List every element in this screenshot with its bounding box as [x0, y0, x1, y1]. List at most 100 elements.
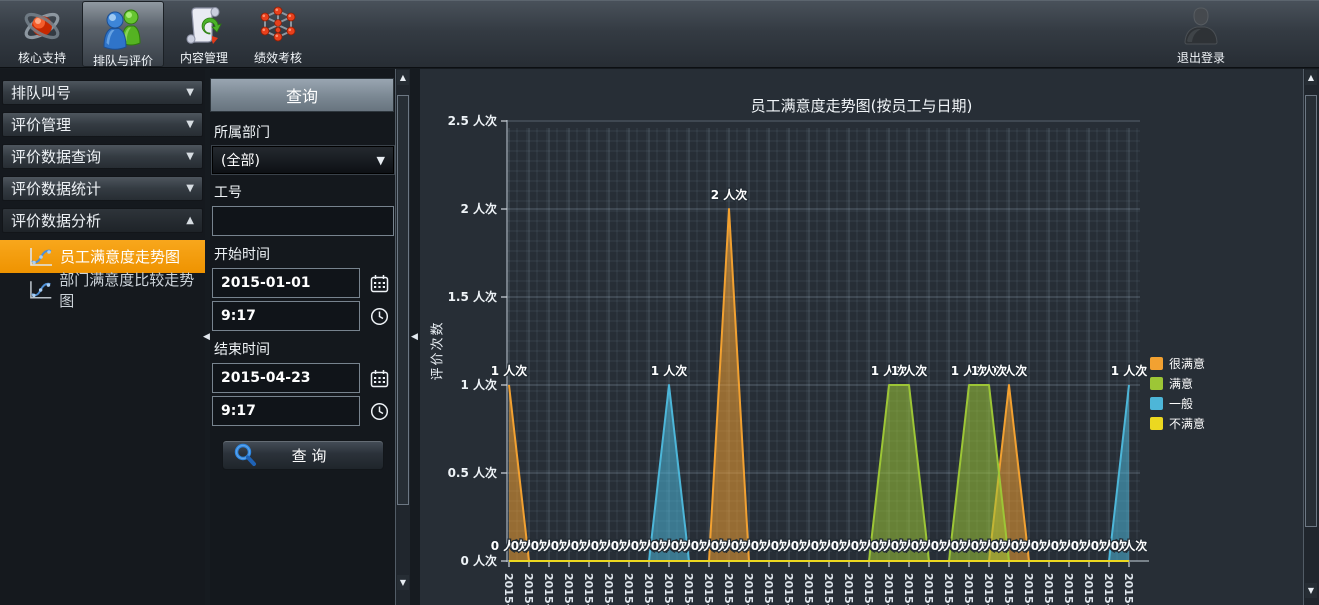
svg-text:2015-02-03: 2015-02-03 [682, 573, 695, 605]
sidebar-item-department-satisfaction-compare[interactable]: 部门满意度比较走势图 [0, 273, 205, 306]
svg-text:2015-01-01: 2015-01-01 [502, 573, 515, 605]
section-label: 评价管理 [11, 114, 71, 135]
legend-item-unsatisfied[interactable]: 不满意 [1150, 415, 1205, 432]
employee-id-input[interactable] [212, 206, 394, 236]
logout-button[interactable]: 退出登录 [1167, 1, 1235, 67]
sidebar-section-queue-calling[interactable]: 排队叫号 ▼ [2, 80, 203, 105]
svg-text:2015-01-30: 2015-01-30 [662, 573, 675, 605]
scroll-down-arrow[interactable]: ▼ [1305, 583, 1317, 598]
end-date-input[interactable] [212, 363, 360, 393]
end-time-input[interactable] [212, 396, 360, 426]
svg-text:2015-04-19: 2015-04-19 [1102, 573, 1115, 605]
department-selected-value: (全部) [221, 150, 260, 170]
chevron-down-icon: ▼ [377, 154, 385, 167]
satisfaction-trend-chart[interactable]: 0 人次0.5 人次1 人次1.5 人次2 人次2.5 人次2015-01-01… [420, 76, 1303, 605]
query-panel: 查询 所属部门 (全部) ▼ 工号 开始时间 [210, 69, 410, 605]
svg-text:2 人次: 2 人次 [711, 187, 748, 202]
scrollbar-thumb[interactable] [397, 95, 409, 505]
section-label: 评价数据统计 [11, 178, 101, 199]
chart-container: 员工满意度走势图(按员工与日期) 评价次数 0 人次0.5 人次1 人次1.5 … [420, 69, 1303, 605]
department-select[interactable]: (全部) ▼ [212, 146, 394, 174]
chevron-down-icon: ▼ [186, 119, 194, 130]
toolbar-item-core-support[interactable]: 核心支持 [8, 1, 76, 67]
content-management-icon [182, 4, 226, 48]
sidebar-section-evaluation-management[interactable]: 评价管理 ▼ [2, 112, 203, 137]
svg-text:2015-03-29: 2015-03-29 [982, 573, 995, 605]
svg-text:2015-02-21: 2015-02-21 [782, 573, 795, 605]
start-time-input[interactable] [212, 301, 360, 331]
section-label: 评价数据分析 [11, 210, 101, 231]
svg-text:2015-03-11: 2015-03-11 [882, 573, 895, 605]
legend-swatch [1150, 417, 1163, 430]
legend-item-satisfied[interactable]: 满意 [1150, 375, 1205, 392]
line-chart-icon [28, 247, 54, 267]
svg-text:2015-02-24: 2015-02-24 [802, 573, 815, 605]
chart-legend: 很满意 满意 一般 不满意 [1150, 355, 1205, 432]
scroll-down-arrow[interactable]: ▼ [397, 575, 409, 590]
svg-text:2015-04-12: 2015-04-12 [1062, 573, 1075, 605]
performance-review-icon [256, 4, 300, 48]
legend-swatch [1150, 357, 1163, 370]
legend-label: 很满意 [1169, 355, 1205, 372]
calendar-icon[interactable] [368, 272, 390, 294]
chart-scrollbar[interactable]: ▲ ▼ [1303, 69, 1319, 605]
svg-text:2015-02-13: 2015-02-13 [742, 573, 755, 605]
svg-text:2015-03-03: 2015-03-03 [842, 573, 855, 605]
sidebar-section-evaluation-data-stats[interactable]: 评价数据统计 ▼ [2, 176, 203, 201]
core-support-icon [20, 4, 64, 48]
legend-label: 一般 [1169, 395, 1193, 412]
svg-text:1.5 人次: 1.5 人次 [448, 289, 497, 304]
legend-swatch [1150, 377, 1163, 390]
end-time-label: 结束时间 [214, 339, 394, 359]
toolbar-item-queue-evaluation[interactable]: 排队与评价 [82, 1, 164, 67]
legend-label: 满意 [1169, 375, 1193, 392]
user-icon [1181, 4, 1221, 48]
query-panel-scrollbar[interactable]: ▲ ▼ [395, 69, 410, 605]
chevron-up-icon: ▲ [186, 215, 194, 226]
svg-text:2015-03-18: 2015-03-18 [922, 573, 935, 605]
chevron-down-icon: ▼ [186, 87, 194, 98]
line-chart-icon [28, 280, 53, 300]
calendar-icon[interactable] [368, 367, 390, 389]
department-label: 所属部门 [214, 122, 394, 142]
toolbar-item-label: 核心支持 [18, 49, 66, 66]
legend-item-neutral[interactable]: 一般 [1150, 395, 1205, 412]
main-toolbar: 核心支持 排队与评价 [0, 0, 1319, 68]
svg-text:2015-04-23: 2015-04-23 [1122, 573, 1135, 605]
legend-item-very-satisfied[interactable]: 很满意 [1150, 355, 1205, 372]
chevron-down-icon: ▼ [186, 151, 194, 162]
svg-text:2015-02-06: 2015-02-06 [702, 573, 715, 605]
scrollbar-thumb[interactable] [1305, 95, 1317, 527]
toolbar-item-performance-review[interactable]: 绩效考核 [244, 1, 312, 67]
navigation-sidebar: 排队叫号 ▼ 评价管理 ▼ 评价数据查询 ▼ 评价数据统计 ▼ 评价数据分析 ▲… [0, 69, 205, 605]
svg-text:1 人次: 1 人次 [891, 363, 928, 378]
query-button[interactable]: 查 询 [222, 440, 384, 470]
scroll-up-arrow[interactable]: ▲ [397, 70, 409, 85]
clock-icon[interactable] [368, 305, 390, 327]
svg-text:2015-03-14: 2015-03-14 [902, 573, 915, 605]
svg-text:2015-04-09: 2015-04-09 [1042, 573, 1055, 605]
logout-label: 退出登录 [1177, 49, 1225, 66]
collapse-sidebar-arrow[interactable]: ◀ [203, 332, 210, 342]
collapse-query-panel-arrow[interactable]: ◀ [411, 332, 418, 342]
sidebar-section-evaluation-data-analysis[interactable]: 评价数据分析 ▲ [2, 208, 203, 233]
clock-icon[interactable] [368, 400, 390, 422]
svg-text:0.5 人次: 0.5 人次 [448, 465, 497, 480]
section-label: 评价数据查询 [11, 146, 101, 167]
sidebar-section-evaluation-data-query[interactable]: 评价数据查询 ▼ [2, 144, 203, 169]
svg-text:1 人次: 1 人次 [1111, 363, 1148, 378]
svg-text:2015-01-26: 2015-01-26 [642, 573, 655, 605]
svg-text:2015-01-12: 2015-01-12 [562, 573, 575, 605]
chevron-down-icon: ▼ [186, 183, 194, 194]
scroll-up-arrow[interactable]: ▲ [1305, 70, 1317, 85]
svg-text:2015-01-23: 2015-01-23 [622, 573, 635, 605]
toolbar-item-content-management[interactable]: 内容管理 [170, 1, 238, 67]
svg-text:2015-03-25: 2015-03-25 [962, 573, 975, 605]
svg-text:2015-01-19: 2015-01-19 [602, 573, 615, 605]
legend-label: 不满意 [1169, 415, 1205, 432]
start-date-input[interactable] [212, 268, 360, 298]
svg-text:0 人次: 0 人次 [460, 553, 497, 568]
app-window: 核心支持 排队与评价 [0, 0, 1319, 605]
section-label: 排队叫号 [11, 82, 71, 103]
svg-text:2015-03-07: 2015-03-07 [862, 573, 875, 605]
